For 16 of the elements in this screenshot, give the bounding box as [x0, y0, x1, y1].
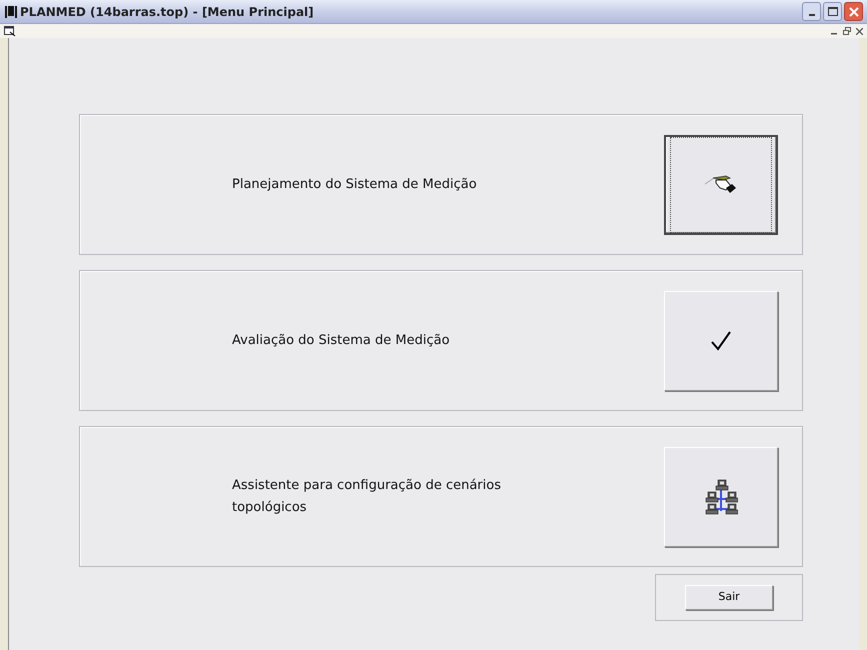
exit-button[interactable]: Sair: [685, 585, 773, 610]
close-icon: [848, 6, 858, 16]
checkmark-icon: [710, 330, 732, 352]
maximize-button[interactable]: [823, 2, 842, 21]
restore-icon[interactable]: [843, 27, 851, 35]
window-title: PLANMED (14barras.top) - [Menu Principal]: [20, 4, 314, 20]
app-icon: [4, 4, 18, 18]
document-icon[interactable]: [4, 26, 16, 36]
minimize-button[interactable]: [802, 2, 821, 21]
close-icon[interactable]: [856, 28, 863, 34]
option-button[interactable]: [664, 134, 778, 234]
option-label: Planejamento do Sistema de Medição: [232, 176, 478, 194]
option-label: Assistente para configuração de cenários topológicos: [232, 476, 502, 516]
close-button[interactable]: [844, 2, 863, 21]
computer-network-icon: [704, 478, 738, 514]
option-label: Avaliação do Sistema de Medição: [232, 332, 451, 350]
